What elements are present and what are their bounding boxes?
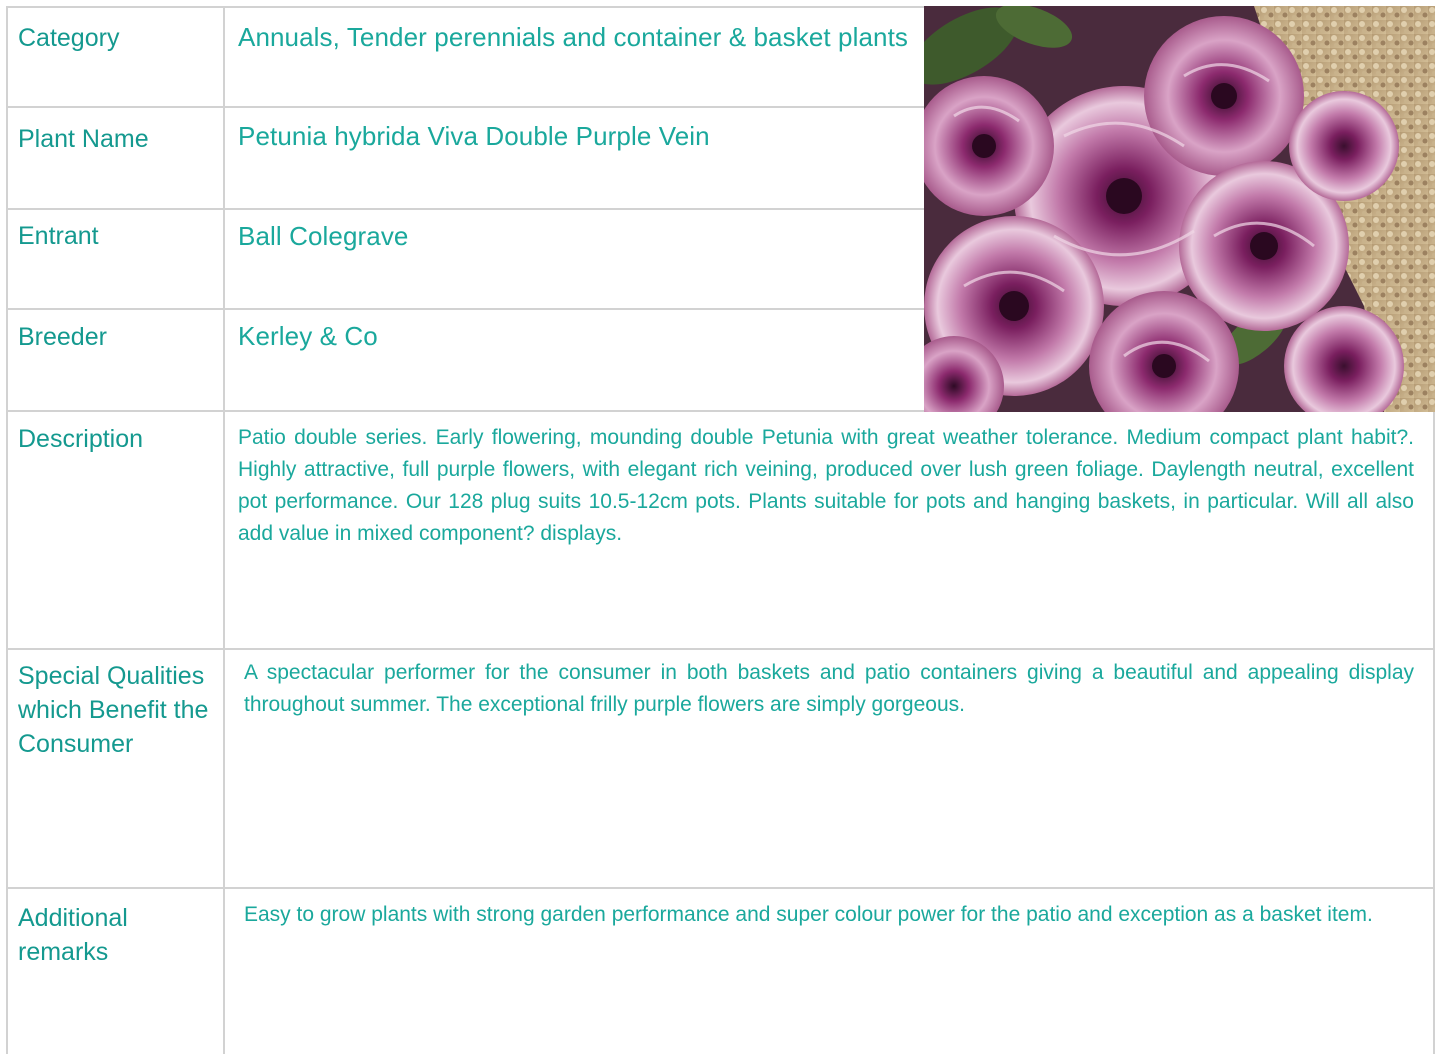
row-divider: [6, 208, 924, 210]
breeder-value: Kerley & Co: [238, 321, 378, 351]
label-column-divider: [223, 6, 225, 1054]
table-left-border: [6, 6, 8, 1054]
additional-remarks-value: Easy to grow plants with strong garden p…: [244, 903, 1373, 926]
row-divider: [6, 648, 1435, 650]
category-label: Category: [18, 24, 120, 52]
additional-remarks-label: Additional remarks: [18, 904, 128, 966]
row-divider: [6, 106, 924, 108]
row-divider: [6, 6, 924, 8]
row-divider: [6, 308, 924, 310]
breeder-label: Breeder: [18, 323, 107, 351]
row-divider: [6, 887, 1435, 889]
plant-entry-table: Category Annuals, Tender perennials and …: [0, 0, 1441, 1054]
description-label: Description: [18, 425, 144, 453]
entrant-value: Ball Colegrave: [238, 221, 409, 251]
special-qualities-value: A spectacular performer for the consumer…: [244, 661, 1414, 716]
petunia-photo: [924, 6, 1435, 412]
category-value: Annuals, Tender perennials and container…: [238, 22, 909, 52]
table-right-border: [1433, 410, 1435, 1054]
special-qualities-label: Special Qualities which Benefit the Cons…: [18, 662, 209, 758]
entrant-label: Entrant: [18, 222, 99, 250]
description-value: Patio double series. Early flowering, mo…: [238, 426, 1414, 545]
plant-name-value: Petunia hybrida Viva Double Purple Vein: [238, 121, 710, 151]
plant-name-label: Plant Name: [18, 125, 149, 153]
